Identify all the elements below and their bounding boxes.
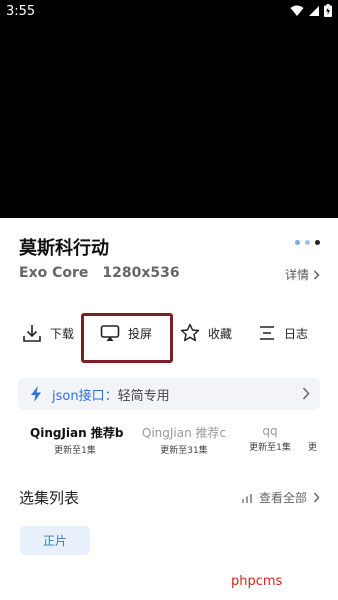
download-label: 下载 <box>50 326 75 341</box>
line-tab[interactable]: qq 更新至1集 <box>246 424 294 453</box>
details-link[interactable]: 详情 <box>285 266 320 283</box>
pager-dots <box>295 240 320 245</box>
view-all-label: 查看全部 <box>258 491 307 505</box>
download-button[interactable]: 下载 <box>22 312 74 354</box>
chevron-right-icon <box>314 270 320 279</box>
line-tab[interactable]: QingJian 推荐b 更新至1集 <box>30 424 124 454</box>
core-name: Exo Core <box>19 265 89 281</box>
log-label: 日志 <box>284 326 309 341</box>
status-time: 3:55 <box>6 4 36 19</box>
view-all-link[interactable]: 查看全部 <box>241 489 320 506</box>
pager-dot <box>305 240 310 245</box>
source-value: 轻简专用 <box>117 388 170 404</box>
line-update: 更新至1集 <box>249 443 291 453</box>
pager-dot <box>295 240 300 245</box>
cast-highlight-box <box>81 313 173 363</box>
line-name: QingJian 推荐c <box>141 426 227 440</box>
download-icon <box>23 325 41 342</box>
line-tab[interactable]: QingJian 推荐c 更新至31集 <box>138 424 230 454</box>
battery-icon <box>324 4 332 17</box>
log-button[interactable]: 日志 <box>258 312 308 354</box>
line-tabs: QingJian 推荐b 更新至1集 QingJian 推荐c 更新至31集 q… <box>0 424 338 454</box>
bar-chart-icon <box>241 493 252 503</box>
watermark-text: phpcms <box>231 574 283 589</box>
line-update: 更 <box>308 443 318 453</box>
line-name: qq <box>262 424 278 438</box>
line-tab[interactable]: 更 <box>308 424 338 453</box>
pager-dot <box>315 240 320 245</box>
line-update: 更新至31集 <box>160 446 208 454</box>
favorite-label: 收藏 <box>208 326 233 341</box>
source-label: json接口： <box>52 388 118 404</box>
line-name: QingJian 推荐b <box>30 426 124 440</box>
line-name <box>308 424 338 438</box>
video-player[interactable]: 3:55 <box>0 0 338 218</box>
lightning-icon <box>31 386 41 402</box>
video-meta: Exo Core 1280x536 <box>19 265 180 281</box>
resolution: 1280x536 <box>102 265 180 281</box>
favorite-button[interactable]: 收藏 <box>180 312 232 354</box>
chevron-right-icon <box>302 387 310 400</box>
details-label: 详情 <box>284 268 309 282</box>
status-icons <box>290 4 332 17</box>
episode-button[interactable]: 正片 <box>20 526 90 555</box>
episode-list-title: 选集列表 <box>19 489 80 507</box>
source-selector[interactable]: json接口： 轻简专用 <box>18 378 320 410</box>
wifi-icon <box>290 5 304 16</box>
video-title: 莫斯科行动 <box>19 238 109 259</box>
star-icon <box>180 323 200 342</box>
chevron-right-icon <box>313 492 320 503</box>
line-update: 更新至1集 <box>54 446 96 454</box>
signal-icon <box>309 5 319 16</box>
log-icon <box>260 326 274 340</box>
